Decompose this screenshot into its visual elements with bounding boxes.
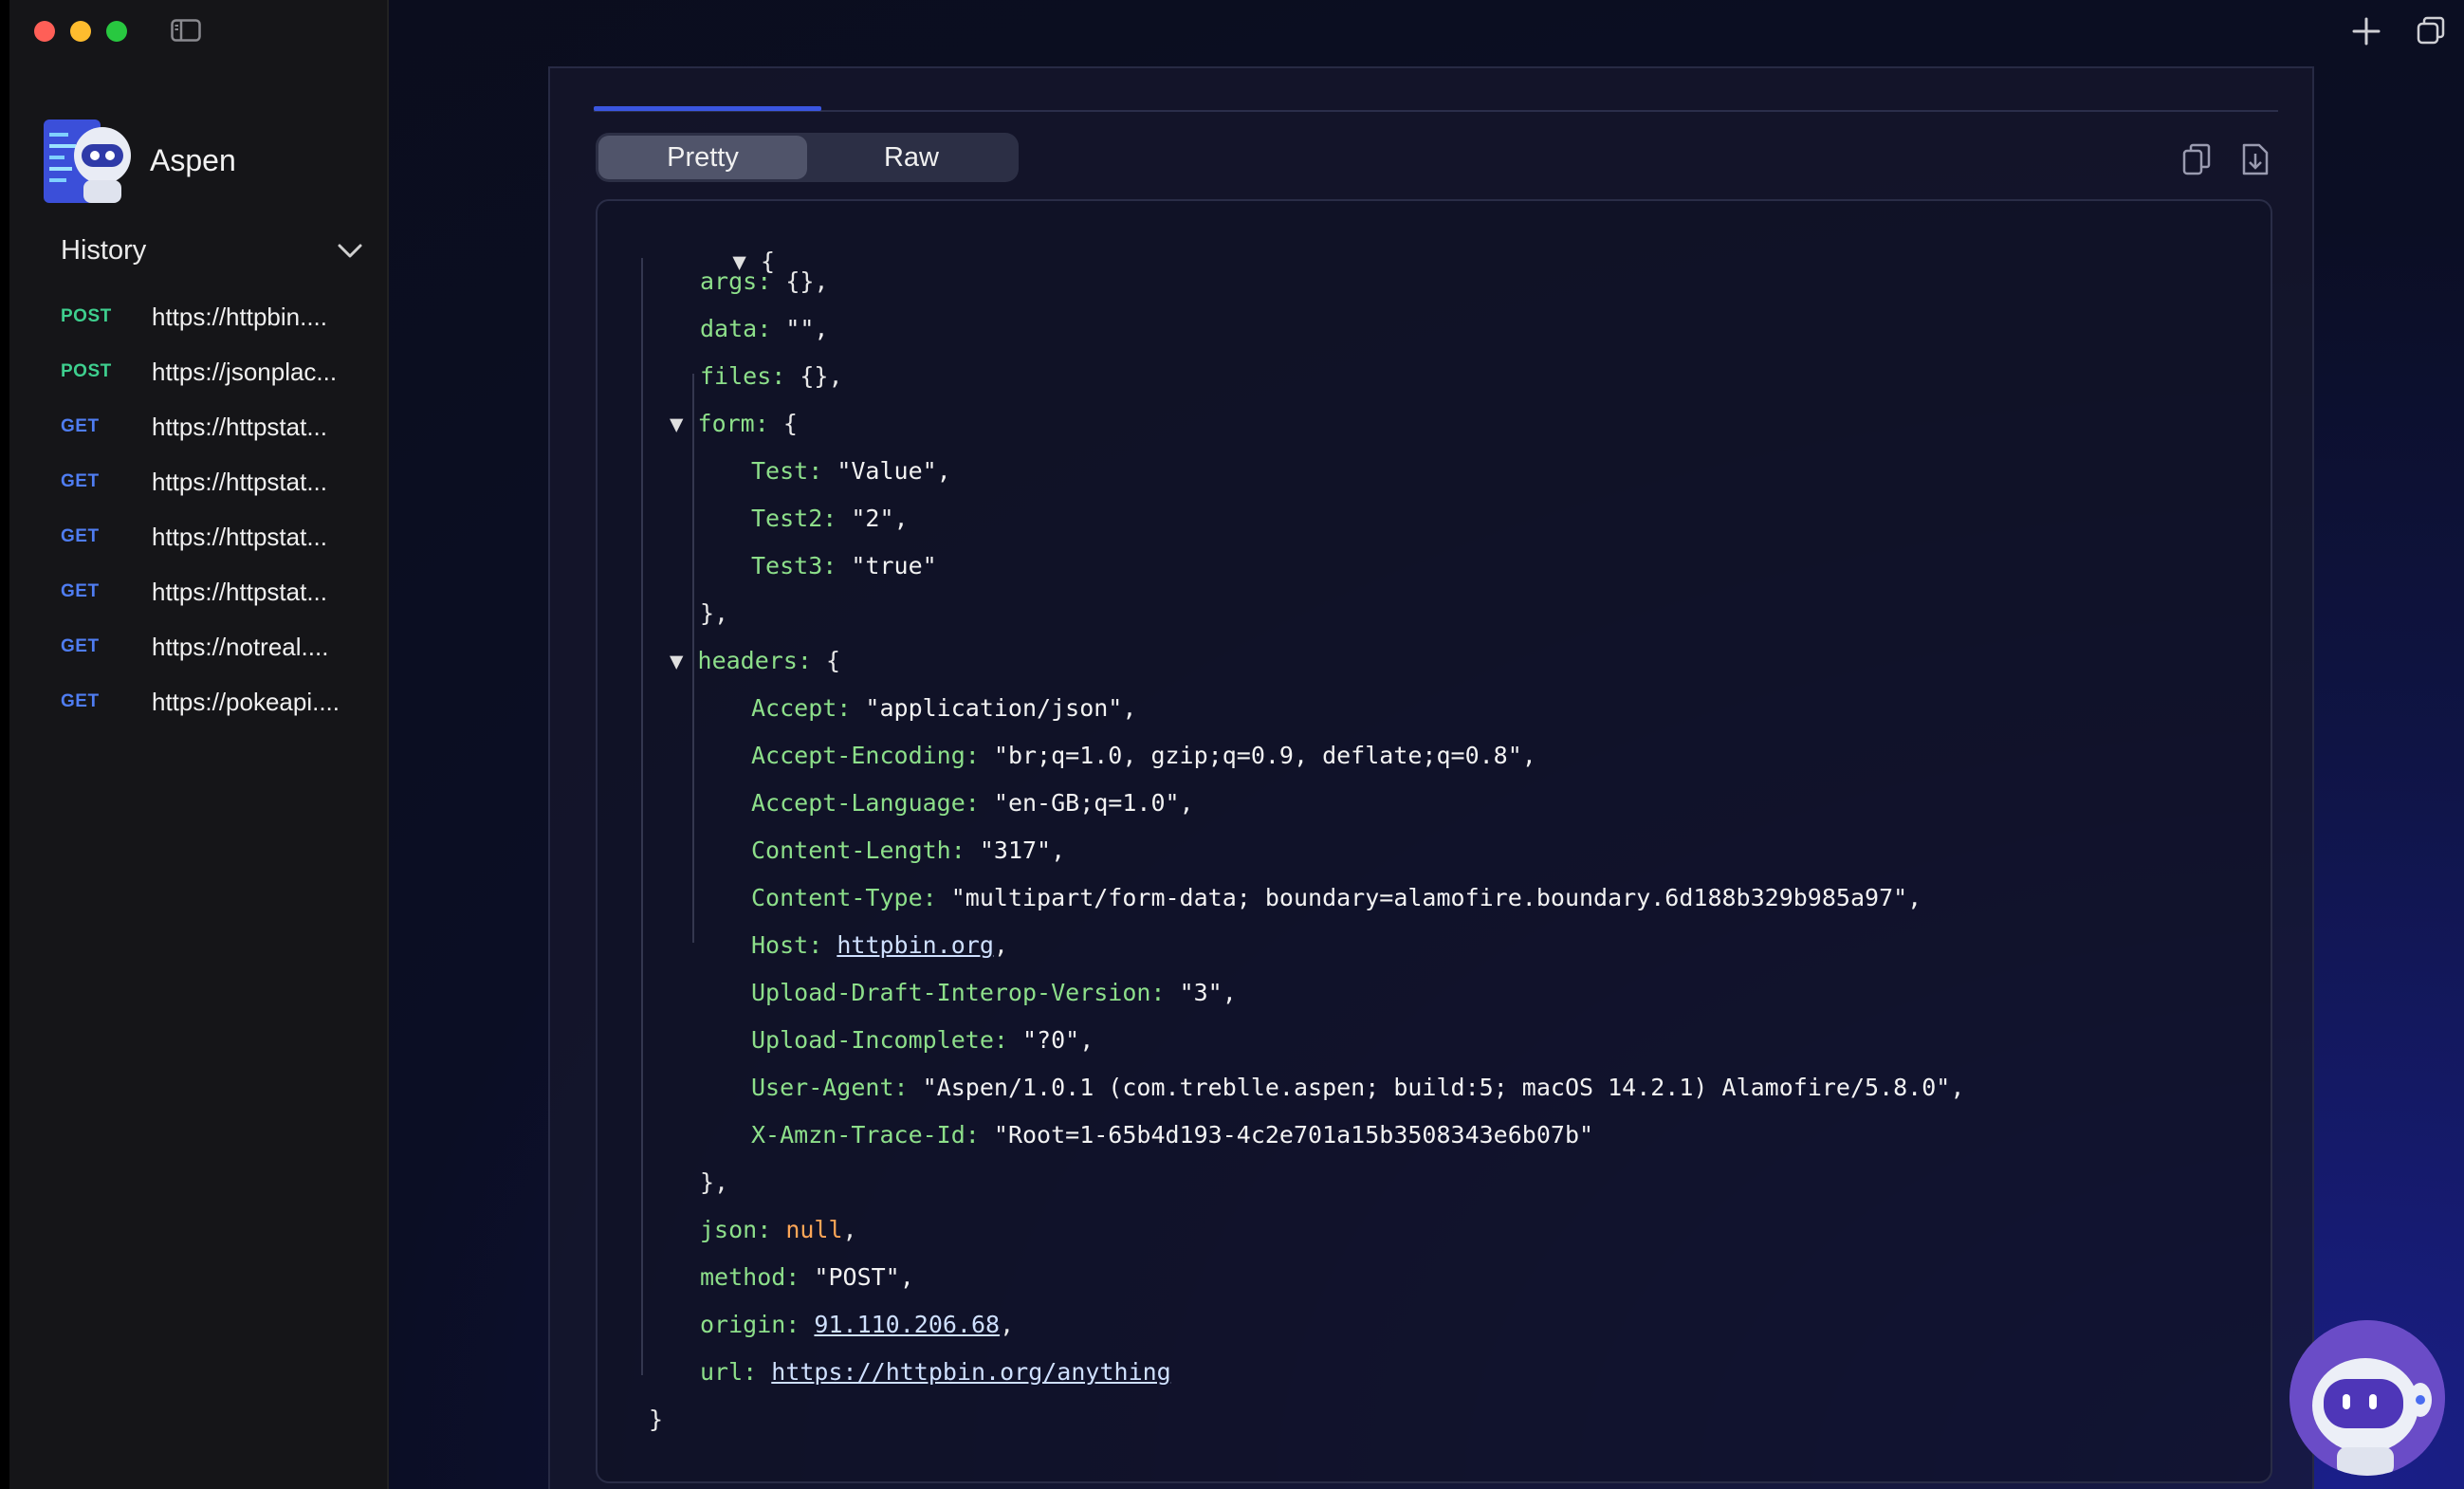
json-line-content-type: Content-Type: "multipart/form-data; boun… <box>751 884 1922 911</box>
host-link[interactable]: httpbin.org <box>837 931 994 959</box>
json-line-user-agent: User-Agent: "Aspen/1.0.1 (com.treblle.as… <box>751 1074 1965 1101</box>
chevron-down-icon[interactable] <box>336 242 364 261</box>
active-tab-indicator <box>594 106 821 111</box>
url-link[interactable]: https://httpbin.org/anything <box>771 1358 1170 1386</box>
collapse-triangle-icon[interactable]: ▼ <box>670 648 683 674</box>
json-line-files: files: {}, <box>700 362 843 390</box>
json-line-accept-encoding: Accept-Encoding: "br;q=1.0, gzip;q=0.9, … <box>751 742 1536 769</box>
response-actions <box>2181 142 2271 176</box>
json-line-form-test: Test: "Value", <box>751 457 951 485</box>
json-line-content-length: Content-Length: "317", <box>751 836 1066 864</box>
json-line-method: method: "POST", <box>700 1263 914 1291</box>
app-window: Aspen History POST https://httpbin.... P… <box>9 0 2464 1489</box>
tab-divider <box>594 110 2278 112</box>
method-badge: GET <box>61 636 100 656</box>
app-brand: Aspen <box>44 116 236 205</box>
robot-mascot-icon <box>2289 1320 2445 1476</box>
history-item[interactable]: GET https://httpstat... <box>61 454 374 509</box>
plus-icon[interactable] <box>2350 15 2382 47</box>
method-badge: GET <box>61 416 100 436</box>
history-url: https://jsonplac... <box>152 357 338 386</box>
pretty-view-button[interactable]: Pretty <box>598 136 807 179</box>
origin-link[interactable]: 91.110.206.68 <box>814 1311 1000 1338</box>
method-badge: POST <box>61 361 112 381</box>
history-url: https://httpstat... <box>152 577 327 606</box>
view-mode-toggle: Pretty Raw <box>596 133 1019 182</box>
history-list: POST https://httpbin.... POST https://js… <box>61 289 374 729</box>
json-line-data: data: "", <box>700 315 829 342</box>
history-url: https://httpbin.... <box>152 302 327 331</box>
history-url: https://pokeapi.... <box>152 687 340 716</box>
raw-view-button[interactable]: Raw <box>807 136 1016 179</box>
history-item[interactable]: GET https://pokeapi.... <box>61 674 374 729</box>
history-url: https://httpstat... <box>152 467 327 496</box>
json-line-form-test3: Test3: "true" <box>751 552 937 579</box>
history-section-header[interactable]: History <box>61 235 364 267</box>
history-item[interactable]: GET https://notreal.... <box>61 619 374 674</box>
history-url: https://httpstat... <box>152 522 327 551</box>
method-badge: GET <box>61 471 100 491</box>
history-item[interactable]: POST https://httpbin.... <box>61 289 374 344</box>
history-item[interactable]: GET https://httpstat... <box>61 564 374 619</box>
json-line-origin: origin: 91.110.206.68, <box>700 1311 1015 1338</box>
copy-icon[interactable] <box>2181 142 2214 176</box>
sidebar: Aspen History POST https://httpbin.... P… <box>9 0 389 1489</box>
json-line-host: Host: httpbin.org, <box>751 931 1008 959</box>
json-line-form-test2: Test2: "2", <box>751 505 909 532</box>
history-title: History <box>61 235 147 266</box>
response-panel: Pretty Raw ▼ { args: {}, data: "", files… <box>548 66 2314 1489</box>
history-url: https://httpstat... <box>152 412 327 441</box>
window-controls <box>34 21 127 42</box>
close-window-button[interactable] <box>34 21 55 42</box>
indent-guide <box>692 535 694 943</box>
json-line-form[interactable]: ▼ form: { <box>670 410 798 437</box>
indent-guide <box>692 374 694 535</box>
history-item[interactable]: GET https://httpstat... <box>61 509 374 564</box>
method-badge: GET <box>61 691 100 711</box>
method-badge: GET <box>61 581 100 601</box>
json-line-upload-draft: Upload-Draft-Interop-Version: "3", <box>751 979 1237 1006</box>
collapse-triangle-icon[interactable]: ▼ <box>670 411 683 437</box>
json-line-headers[interactable]: ▼ headers: { <box>670 647 840 674</box>
json-line-accept-language: Accept-Language: "en-GB;q=1.0", <box>751 789 1194 817</box>
history-item[interactable]: GET https://httpstat... <box>61 399 374 454</box>
json-viewer: ▼ { args: {}, data: "", files: {}, ▼ for… <box>596 199 2272 1483</box>
method-badge: GET <box>61 526 100 546</box>
history-url: https://notreal.... <box>152 632 329 661</box>
sidebar-toggle-icon[interactable] <box>171 19 201 42</box>
json-root-close: } <box>649 1406 664 1433</box>
duplicate-window-icon[interactable] <box>2415 15 2447 47</box>
indent-guide <box>641 258 643 1375</box>
json-line-args: args: {}, <box>700 267 829 295</box>
json-line-json: json: null, <box>700 1216 857 1243</box>
save-file-icon[interactable] <box>2238 142 2271 176</box>
window-toolbar <box>2350 15 2447 47</box>
minimize-window-button[interactable] <box>70 21 91 42</box>
aspen-logo-icon <box>44 119 131 203</box>
app-name: Aspen <box>150 142 236 177</box>
json-line-trace-id: X-Amzn-Trace-Id: "Root=1-65b4d193-4c2e70… <box>751 1121 1594 1149</box>
json-line-url: url: https://httpbin.org/anything <box>700 1358 1171 1386</box>
json-line-headers-close: }, <box>700 1168 729 1196</box>
json-line-upload-incomplete: Upload-Incomplete: "?0", <box>751 1026 1094 1054</box>
history-item[interactable]: POST https://jsonplac... <box>61 344 374 399</box>
method-badge: POST <box>61 306 112 326</box>
assistant-mascot-button[interactable] <box>2289 1320 2445 1476</box>
json-line-form-close: }, <box>700 599 729 627</box>
zoom-window-button[interactable] <box>106 21 127 42</box>
json-line-accept: Accept: "application/json", <box>751 694 1137 722</box>
